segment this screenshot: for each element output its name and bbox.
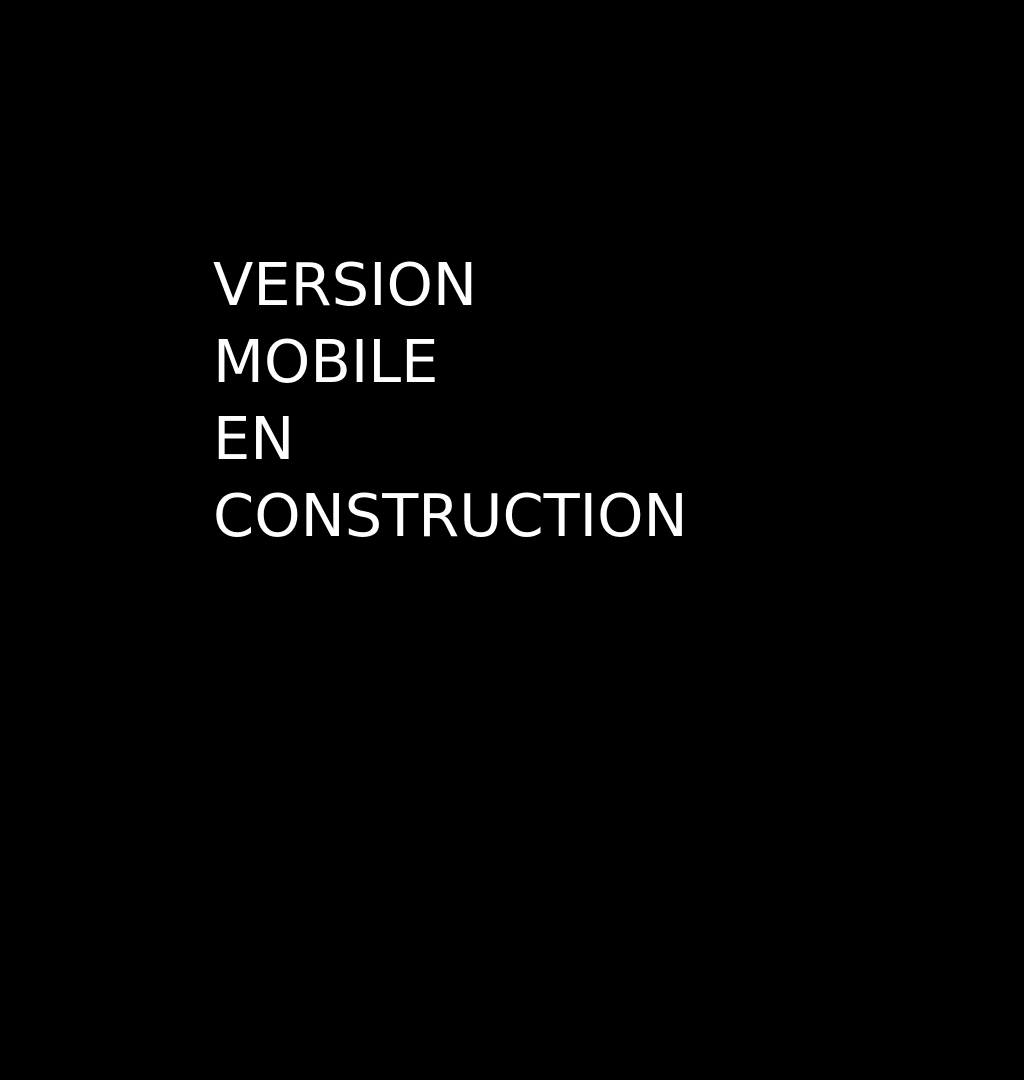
message-line-4: CONSTRUCTION <box>213 481 688 550</box>
construction-message: VERSION MOBILE EN CONSTRUCTION <box>213 246 688 554</box>
under-construction-screen: VERSION MOBILE EN CONSTRUCTION <box>0 0 1024 1080</box>
message-line-3: EN <box>213 404 295 473</box>
message-line-1: VERSION <box>213 250 478 319</box>
message-line-2: MOBILE <box>213 327 439 396</box>
